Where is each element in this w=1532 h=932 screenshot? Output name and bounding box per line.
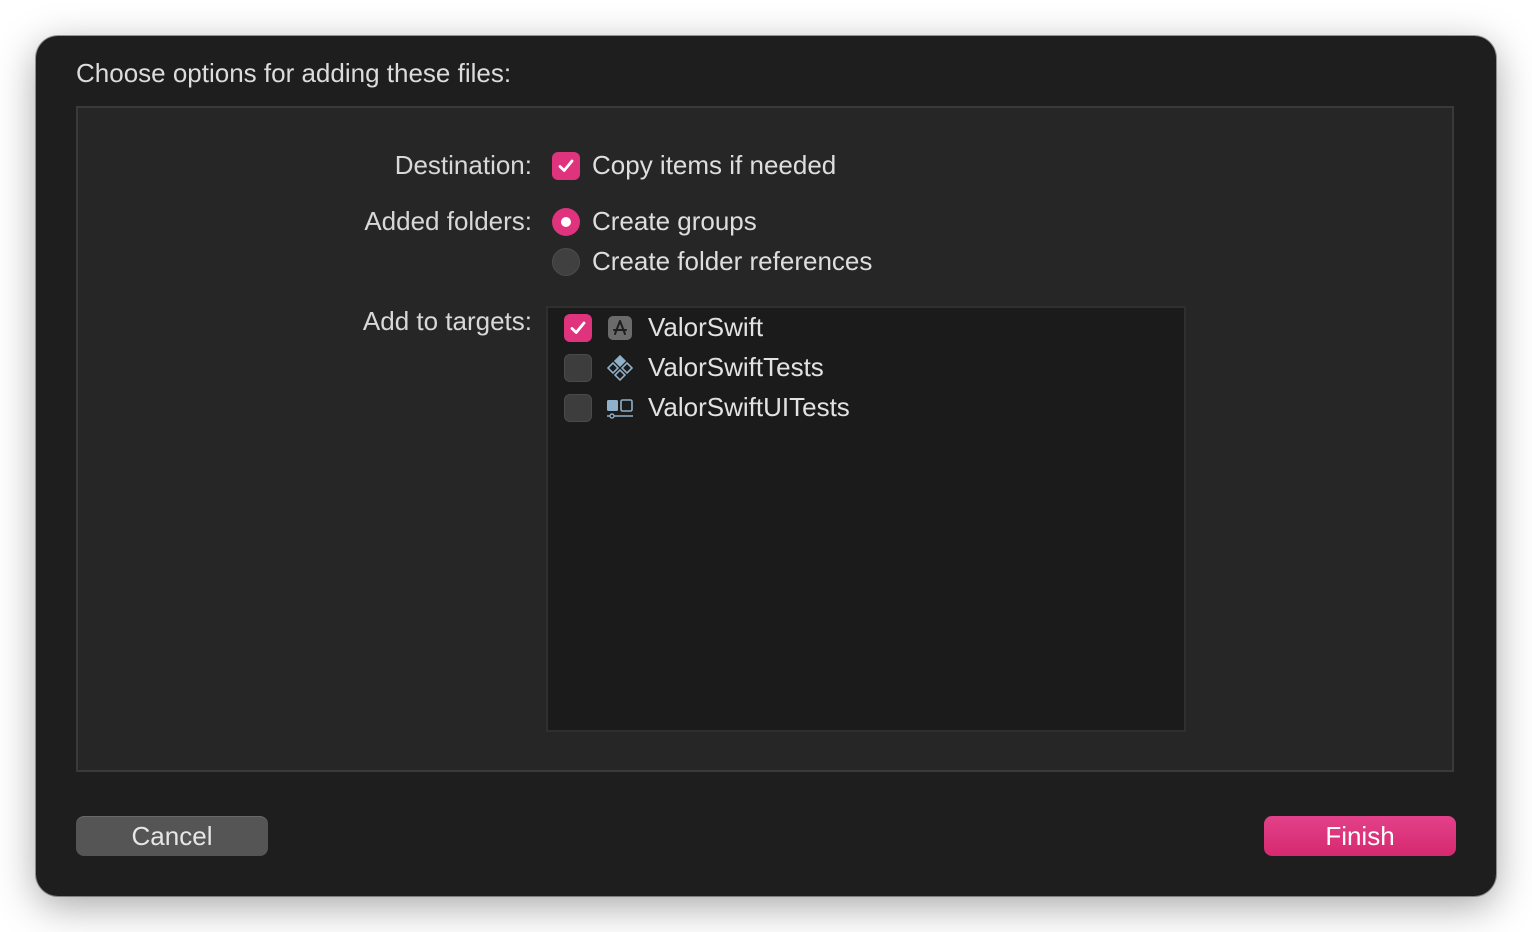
sheet-title: Choose options for adding these files: xyxy=(76,58,512,88)
unit-test-target-icon xyxy=(606,354,634,382)
target-name: ValorSwift xyxy=(648,312,764,342)
add-files-options-sheet: Choose options for adding these files: D… xyxy=(36,36,1496,896)
target-checkbox-valorswifttests[interactable] xyxy=(564,353,592,382)
radio-dot-icon xyxy=(561,216,571,227)
app-target-icon xyxy=(606,314,634,342)
target-row-valorswift[interactable]: ValorSwift xyxy=(564,312,763,343)
finish-button[interactable]: Finish xyxy=(1264,816,1456,856)
target-checkbox-valorswiftuitests[interactable] xyxy=(564,393,592,422)
ui-test-target-icon xyxy=(606,394,634,422)
copy-items-label: Copy items if needed xyxy=(592,150,837,180)
add-to-targets-label: Add to targets: xyxy=(362,306,532,336)
copy-items-checkbox[interactable] xyxy=(552,151,580,180)
target-name: ValorSwiftUITests xyxy=(648,392,850,422)
create-groups-label: Create groups xyxy=(592,206,757,236)
target-row-valorswifttests[interactable]: ValorSwiftTests xyxy=(564,352,824,383)
create-groups-radio[interactable] xyxy=(552,207,580,236)
create-folder-references-option[interactable]: Create folder references xyxy=(552,246,872,277)
checkmark-icon xyxy=(558,159,574,172)
destination-label: Destination: xyxy=(394,150,532,180)
target-checkbox-valorswift[interactable] xyxy=(564,313,592,342)
targets-list[interactable]: ValorSwift ValorSwiftTests ValorSwiftUIT… xyxy=(546,306,1186,732)
target-name: ValorSwiftTests xyxy=(648,352,824,382)
added-folders-label: Added folders: xyxy=(364,206,532,236)
options-panel: Destination: Copy items if needed Added … xyxy=(76,106,1454,772)
target-row-valorswiftuitests[interactable]: ValorSwiftUITests xyxy=(564,392,850,423)
copy-items-option[interactable]: Copy items if needed xyxy=(552,150,836,181)
cancel-button[interactable]: Cancel xyxy=(76,816,268,856)
create-folder-references-label: Create folder references xyxy=(592,246,873,276)
checkmark-icon xyxy=(570,321,586,334)
create-groups-option[interactable]: Create groups xyxy=(552,206,757,237)
create-folder-references-radio[interactable] xyxy=(552,247,580,276)
